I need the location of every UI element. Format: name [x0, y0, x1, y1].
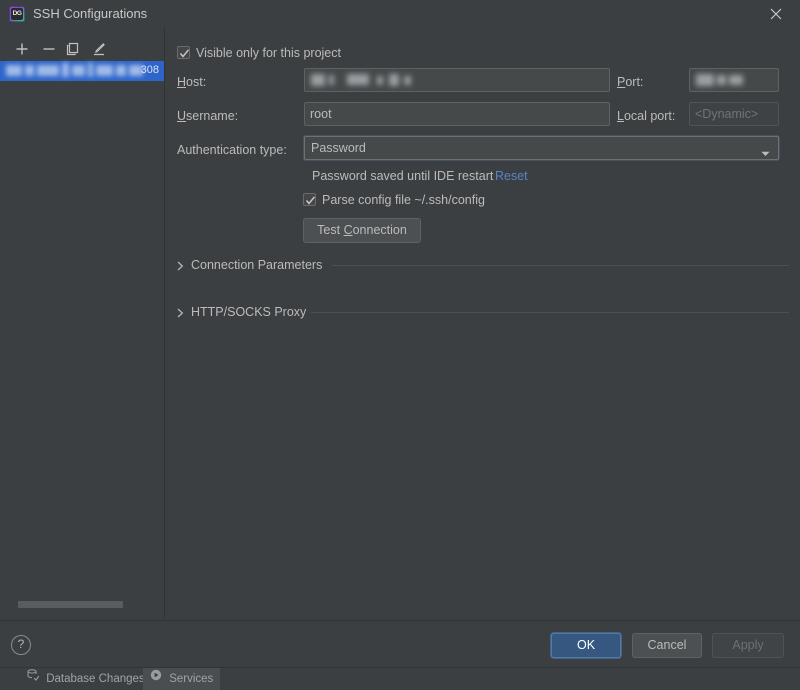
db-changes-icon: [27, 667, 40, 689]
port-input[interactable]: [689, 68, 779, 92]
port-label: Port:: [617, 75, 644, 89]
sidebar-toolbar: [0, 38, 164, 60]
datagrip-icon: DG: [9, 6, 25, 22]
test-connection-button[interactable]: Test Connection: [303, 218, 421, 243]
port-value-redacted: [694, 72, 772, 89]
section-connection-parameters[interactable]: Connection Parameters: [177, 257, 789, 273]
status-item-services[interactable]: Services: [143, 667, 221, 690]
check-icon: [179, 49, 190, 58]
list-item-label-redacted: [6, 63, 156, 78]
local-port-input[interactable]: <Dynamic>: [689, 102, 779, 126]
section-title: Connection Parameters: [191, 258, 323, 272]
list-item[interactable]: 308: [0, 61, 164, 81]
chevron-right-icon: [177, 260, 184, 274]
scrollbar-thumb[interactable]: [18, 601, 123, 608]
edit-button[interactable]: [88, 38, 110, 60]
section-divider: [332, 265, 789, 266]
ok-button[interactable]: OK: [551, 633, 621, 658]
parse-config-checkbox[interactable]: [303, 193, 316, 206]
ide-status-bar: Database Changes Services: [0, 667, 800, 690]
remove-button[interactable]: [38, 38, 60, 60]
copy-icon: [66, 42, 79, 56]
close-icon[interactable]: [754, 0, 798, 27]
parse-config-label: Parse config file ~/.ssh/config: [322, 193, 485, 207]
username-label: Username:: [177, 109, 239, 123]
services-icon: [150, 667, 162, 689]
section-title: HTTP/SOCKS Proxy: [191, 305, 307, 319]
sidebar-horizontal-scrollbar[interactable]: [0, 600, 163, 609]
cancel-button[interactable]: Cancel: [632, 633, 702, 658]
section-http-socks-proxy[interactable]: HTTP/SOCKS Proxy: [177, 304, 789, 320]
password-status-text: Password saved until IDE restart: [312, 169, 494, 183]
status-item-label: Database Changes: [46, 673, 145, 686]
ssh-configuration-form: Visible only for this project Host: Port…: [165, 28, 800, 619]
ssh-configurations-dialog: DG SSH Configurations 308 Visible only f…: [0, 0, 800, 690]
visible-only-label: Visible only for this project: [196, 46, 341, 60]
dialog-button-bar: ? OK Cancel Apply: [0, 620, 800, 668]
window-title: SSH Configurations: [33, 6, 148, 21]
section-divider: [311, 312, 789, 313]
pencil-icon: [94, 43, 105, 56]
list-item-suffix: 308: [140, 64, 159, 76]
configurations-sidebar: 308: [0, 28, 165, 619]
apply-button[interactable]: Apply: [712, 633, 784, 658]
help-icon[interactable]: ?: [11, 635, 31, 655]
chevron-down-icon: [761, 146, 770, 160]
auth-type-label: Authentication type:: [177, 143, 287, 157]
status-item-label: Services: [169, 673, 214, 686]
reset-password-link[interactable]: Reset: [495, 169, 528, 183]
auth-type-combobox[interactable]: Password: [304, 136, 779, 160]
add-button[interactable]: [11, 38, 33, 60]
minus-icon: [43, 48, 55, 50]
app-icon-label: DG: [11, 8, 23, 20]
username-input[interactable]: root: [304, 102, 610, 126]
check-icon: [305, 196, 316, 205]
auth-type-value: Password: [311, 141, 366, 155]
host-label: Host:: [177, 75, 207, 89]
local-port-label: Local port:: [617, 109, 676, 123]
title-bar: DG SSH Configurations: [0, 0, 800, 29]
visible-only-checkbox[interactable]: [177, 46, 190, 59]
plus-icon: [16, 43, 28, 55]
host-value-redacted: [309, 72, 609, 89]
configurations-list[interactable]: 308: [0, 61, 164, 81]
copy-button[interactable]: [62, 38, 84, 60]
chevron-right-icon: [177, 307, 184, 321]
host-input[interactable]: [304, 68, 610, 92]
status-item-database-changes[interactable]: Database Changes: [20, 668, 152, 690]
